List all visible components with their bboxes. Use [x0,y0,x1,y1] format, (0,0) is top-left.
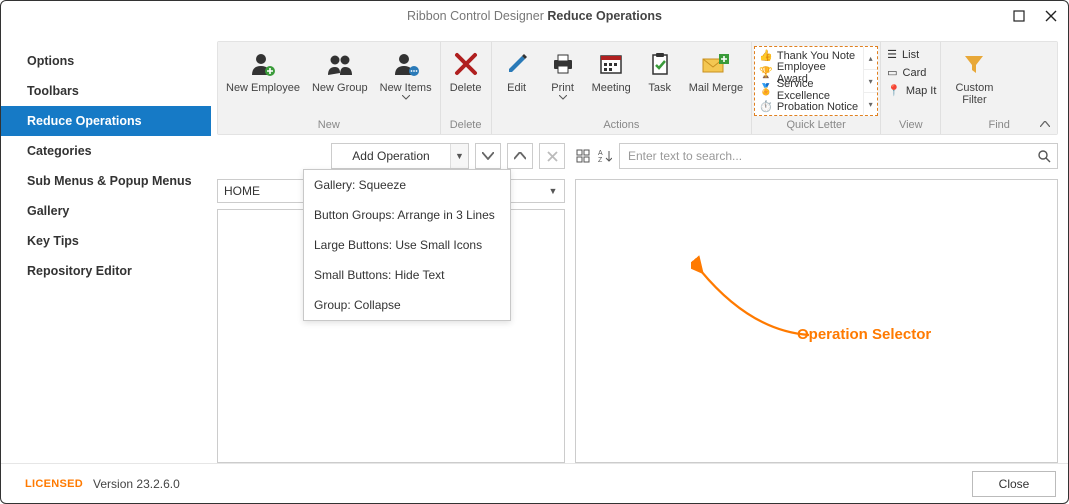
calendar-icon [595,48,627,80]
ribbon-group-actions: Edit Print [492,42,753,134]
new-employee-button[interactable]: New Employee [220,46,306,116]
trophy-icon: 🏆 [759,66,773,79]
printer-icon [547,48,579,80]
view-map-button[interactable]: 📍Map It [887,82,936,99]
main-area: New Employee New Group [211,31,1068,463]
card-icon: ▭ [887,66,897,79]
search-input[interactable]: Enter text to search... [619,143,1058,169]
delete-x-icon [450,48,482,80]
task-button[interactable]: Task [637,46,683,116]
title-prefix: Ribbon Control Designer [407,9,547,23]
window-frame: Ribbon Control Designer Reduce Operation… [0,0,1069,504]
clock-icon: ⏱️ [759,100,773,113]
map-pin-icon: 📍 [887,84,901,97]
quick-letter-item[interactable]: 🏅Service Excellence [755,81,863,98]
ribbon-group-delete: Delete Delete [441,42,492,134]
chevron-down-icon: ▼ [450,144,468,168]
properties-pane: AZ Enter text to search... [575,141,1058,463]
titlebar: Ribbon Control Designer Reduce Operation… [1,1,1068,31]
new-items-button[interactable]: New Items [374,46,438,116]
window-close-button[interactable] [1042,7,1060,25]
mail-merge-button[interactable]: Mail Merge [683,46,749,116]
operations-pane: Add Operation ▼ [217,141,565,463]
add-operation-popup: Gallery: Squeeze Button Groups: Arrange … [303,169,511,321]
quick-letter-item[interactable]: ⏱️Probation Notice [755,98,863,115]
print-button[interactable]: Print [540,46,586,116]
operation-option[interactable]: Button Groups: Arrange in 3 Lines [304,200,510,230]
license-label: LICENSED [25,478,83,490]
title-main: Reduce Operations [547,9,662,23]
group-icon [324,48,356,80]
clipboard-check-icon [644,48,676,80]
sidebar-item-reduce-operations[interactable]: Reduce Operations [1,106,211,136]
statusbar: LICENSED Version 23.2.6.0 Close [1,463,1068,503]
svg-text:A: A [598,150,603,157]
chevron-down-icon [559,95,567,100]
ribbon-collapse-button[interactable] [1037,116,1053,132]
thumbs-up-icon: 👍 [759,49,773,62]
close-button[interactable]: Close [972,471,1056,497]
categorize-icon[interactable] [575,144,591,168]
group-label-delete: Delete [441,116,491,134]
view-card-button[interactable]: ▭Card [887,64,936,81]
operation-option[interactable]: Large Buttons: Use Small Icons [304,230,510,260]
view-list-button[interactable]: ☰List [887,46,936,63]
sidebar-item-options[interactable]: Options [1,46,211,76]
sidebar-item-keytips[interactable]: Key Tips [1,226,211,256]
person-add-icon [247,48,279,80]
badge-icon: 🏅 [759,83,773,96]
mail-merge-icon [700,48,732,80]
group-label-view: View [881,116,940,134]
sidebar-item-submenus[interactable]: Sub Menus & Popup Menus [1,166,211,196]
ribbon: New Employee New Group [217,41,1058,135]
quick-letter-gallery[interactable]: 👍Thank You Note 🏆Employee Award 🏅Service… [754,46,878,116]
property-grid[interactable] [575,179,1058,463]
operation-option[interactable]: Group: Collapse [304,290,510,320]
gallery-spinner[interactable]: ▴ ▾ ▾ [863,47,877,115]
operation-option[interactable]: Small Buttons: Hide Text [304,260,510,290]
sidebar-item-categories[interactable]: Categories [1,136,211,166]
meeting-button[interactable]: Meeting [586,46,637,116]
funnel-icon [958,48,990,80]
search-icon [1037,149,1051,163]
move-up-button[interactable] [507,143,533,169]
window-maximize-button[interactable] [1010,7,1028,25]
sidebar: Options Toolbars Reduce Operations Categ… [1,31,211,463]
sort-alpha-icon[interactable]: AZ [597,144,613,168]
edit-button[interactable]: Edit [494,46,540,116]
version-label: Version 23.2.6.0 [93,477,180,491]
remove-operation-button[interactable] [539,143,565,169]
chevron-down-icon[interactable]: ▾ [864,70,877,93]
operation-option[interactable]: Gallery: Squeeze [304,170,510,200]
sidebar-item-gallery[interactable]: Gallery [1,196,211,226]
group-label-new: New [218,116,440,134]
delete-button[interactable]: Delete [443,46,489,116]
svg-text:Z: Z [598,157,603,163]
ribbon-group-quick-letter: 👍Thank You Note 🏆Employee Award 🏅Service… [752,42,881,134]
chevron-down-icon [402,95,410,100]
custom-filter-button[interactable]: CustomFilter [943,46,1005,116]
move-down-button[interactable] [475,143,501,169]
pencil-icon [501,48,533,80]
add-operation-dropdown[interactable]: Add Operation ▼ [331,143,469,169]
ribbon-group-view: ☰List ▭Card 📍Map It View [881,42,941,134]
chevron-down-icon: ▼ [546,184,560,198]
chevron-up-icon[interactable]: ▴ [864,47,877,70]
ribbon-group-find: CustomFilter Find [941,42,1057,134]
group-label-actions: Actions [492,116,752,134]
chevron-down-icon[interactable]: ▾ [864,93,877,115]
ribbon-group-new: New Employee New Group [218,42,441,134]
group-label-quickletter: Quick Letter [752,116,880,134]
sidebar-item-repository[interactable]: Repository Editor [1,256,211,286]
person-more-icon [390,48,422,80]
new-group-button[interactable]: New Group [306,46,374,116]
sidebar-item-toolbars[interactable]: Toolbars [1,76,211,106]
list-icon: ☰ [887,48,897,61]
